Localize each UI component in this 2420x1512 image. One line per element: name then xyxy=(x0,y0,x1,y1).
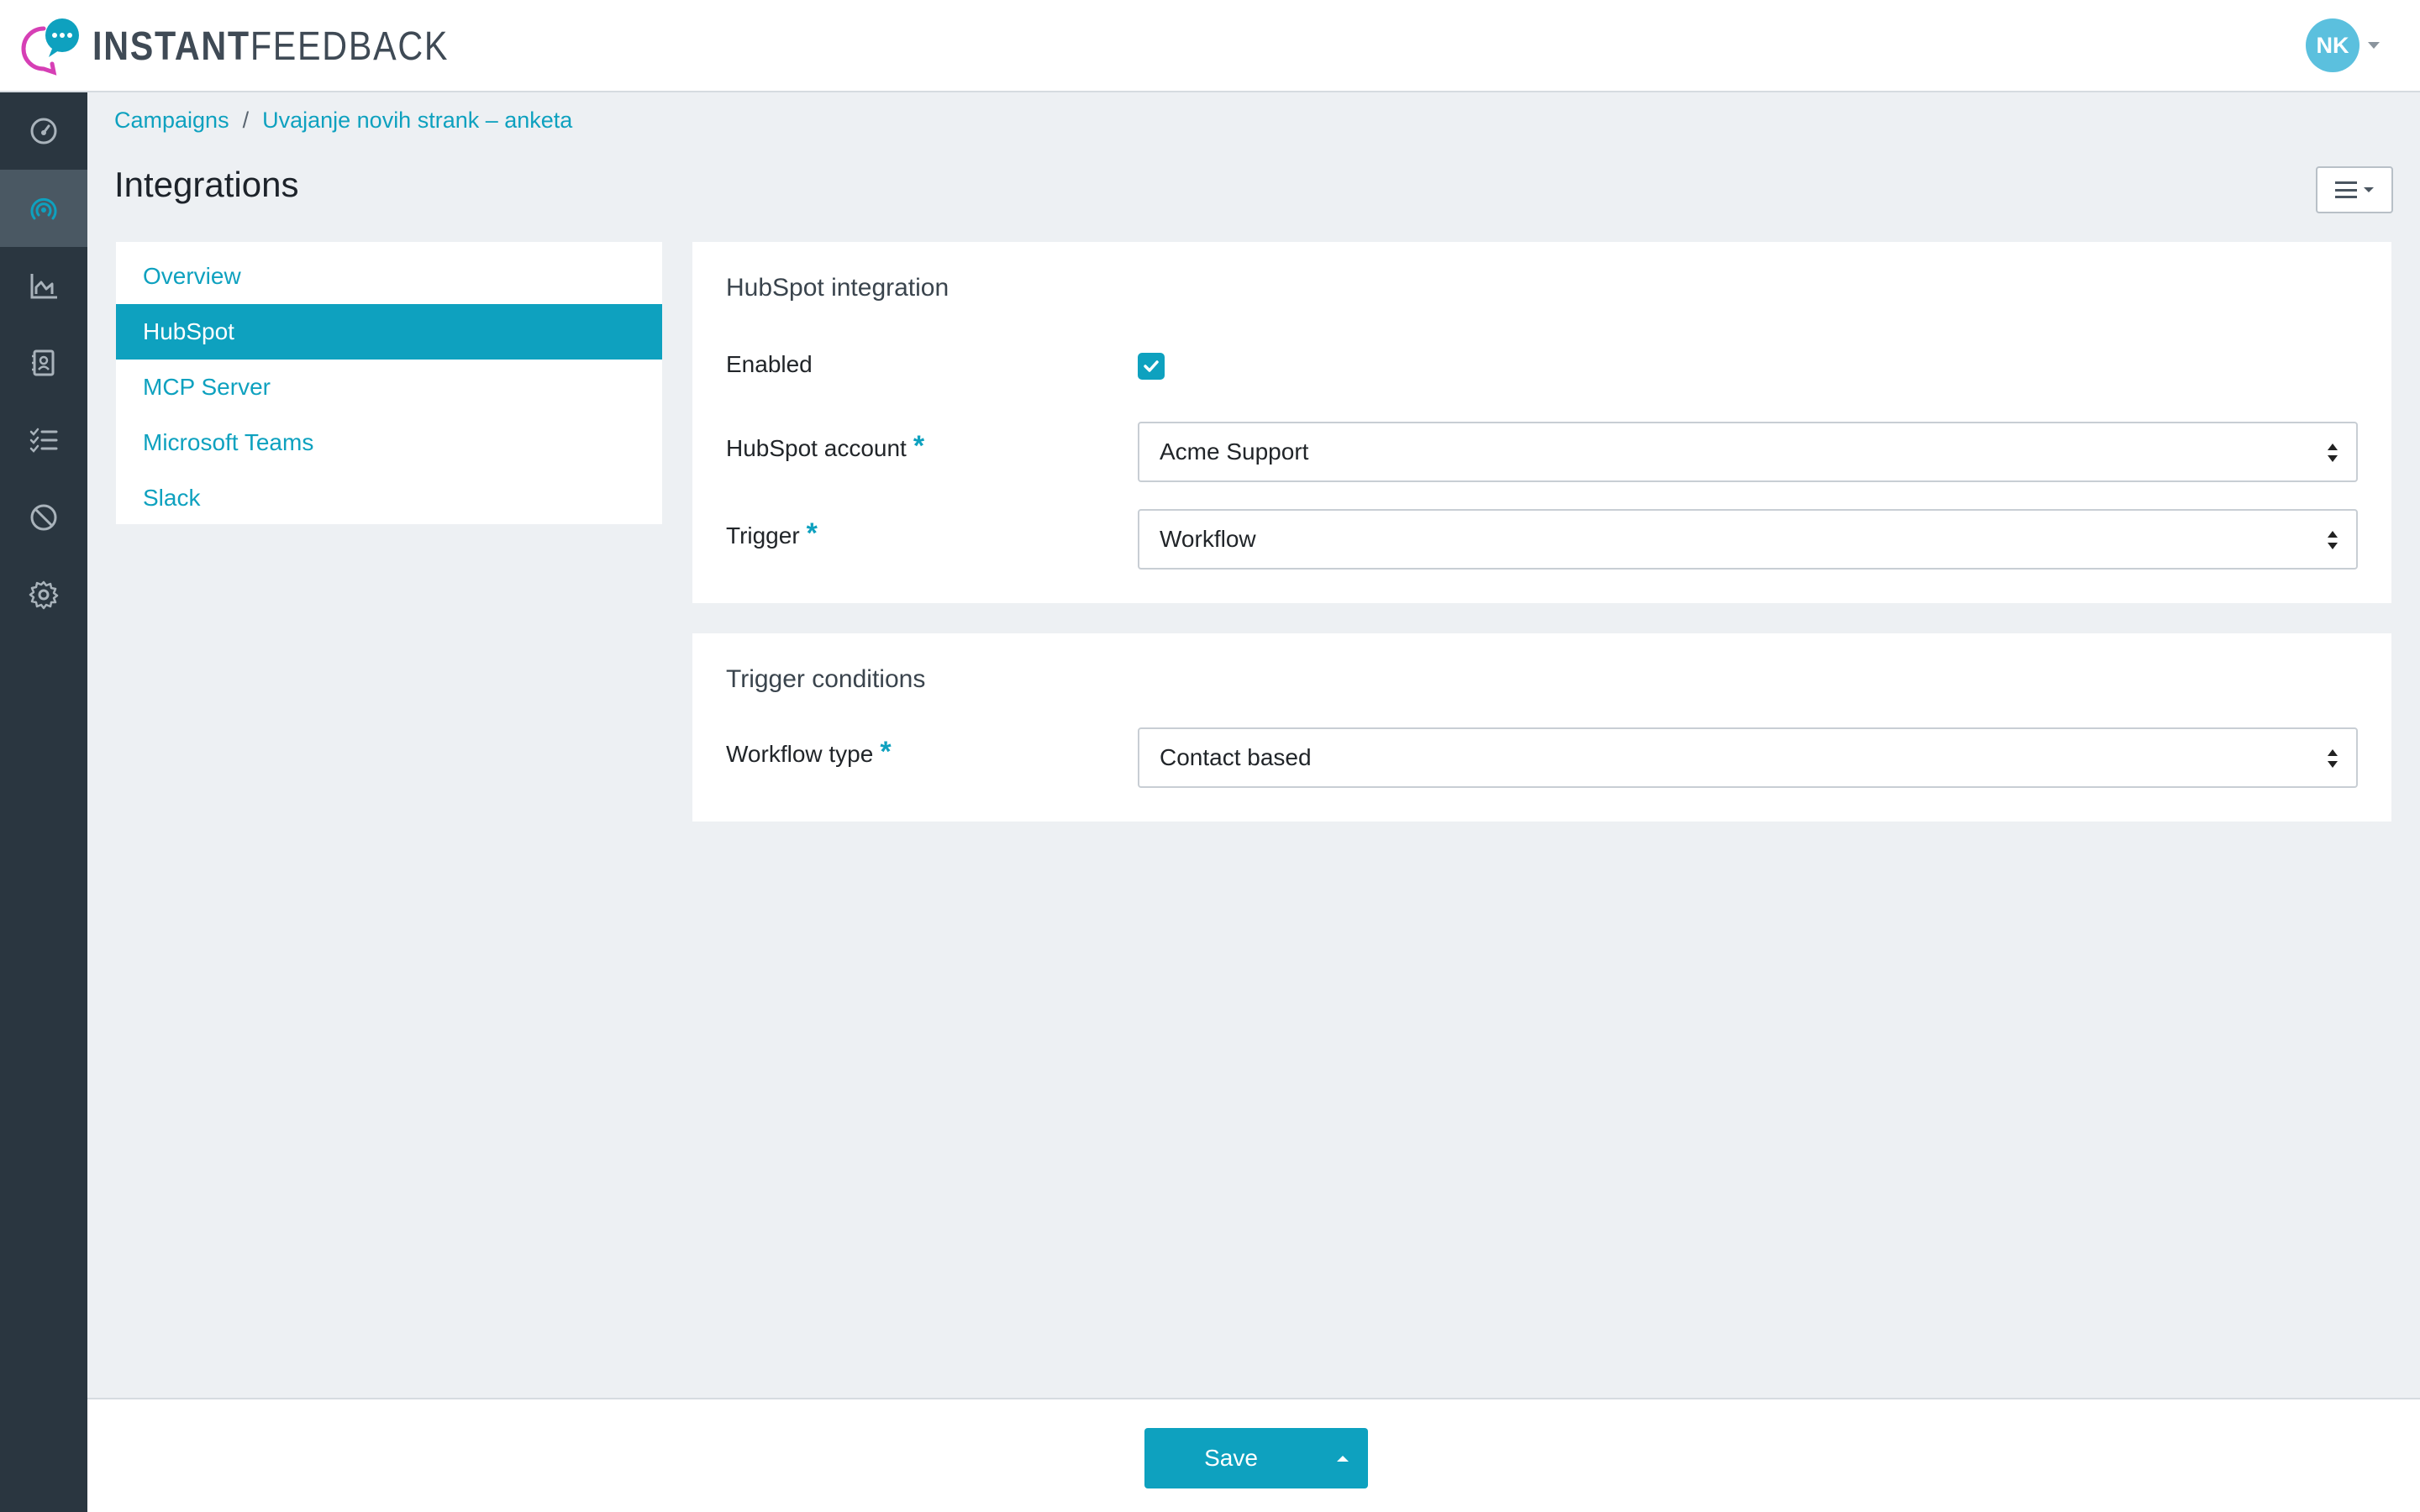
chart-area-icon xyxy=(30,274,57,299)
block-icon xyxy=(30,504,57,531)
checkmark-icon xyxy=(1144,360,1159,372)
hubspot-card-title: HubSpot integration xyxy=(726,274,950,302)
enabled-label: Enabled xyxy=(726,351,813,377)
breadcrumb: Campaigns / Uvajanje novih strank – anke… xyxy=(114,108,572,134)
top-bar: INSTANTFEEDBACK NK xyxy=(0,0,2420,92)
hubspot-integration-card: HubSpot integration Enabled HubSpot acco… xyxy=(692,242,2391,603)
sidebar-item-tasks[interactable] xyxy=(0,402,87,479)
select-arrows-icon xyxy=(2328,531,2338,549)
select-arrows-icon xyxy=(2328,444,2338,462)
sidebar-item-settings[interactable] xyxy=(0,556,87,633)
workflow-type-label: Workflow type * xyxy=(726,736,892,768)
trigger-label: Trigger * xyxy=(726,517,818,549)
chevron-down-icon xyxy=(2364,187,2374,192)
sidebar-item-blocked[interactable] xyxy=(0,479,87,556)
sidebar-item-contacts[interactable] xyxy=(0,324,87,402)
nav-item-microsoft-teams[interactable]: Microsoft Teams xyxy=(116,415,662,470)
logo[interactable]: INSTANTFEEDBACK xyxy=(18,17,507,76)
checklist-icon xyxy=(29,428,58,453)
sidebar xyxy=(0,92,87,1512)
sidebar-item-reports[interactable] xyxy=(0,247,87,324)
nav-item-overview[interactable]: Overview xyxy=(116,249,662,304)
select-arrows-icon xyxy=(2328,749,2338,768)
breadcrumb-campaigns-link[interactable]: Campaigns xyxy=(114,108,229,134)
sidebar-item-dashboard[interactable] xyxy=(0,92,87,170)
hubspot-account-select[interactable]: Acme Support xyxy=(1138,422,2358,482)
nav-item-mcp-server[interactable]: MCP Server xyxy=(116,360,662,415)
nav-item-hubspot[interactable]: HubSpot xyxy=(116,304,662,360)
integrations-nav: Overview HubSpot MCP Server Microsoft Te… xyxy=(116,242,662,524)
user-menu-caret-icon[interactable] xyxy=(2368,42,2380,49)
gear-icon xyxy=(29,580,59,610)
trigger-conditions-card: Trigger conditions Workflow type * Contac… xyxy=(692,633,2391,822)
user-avatar[interactable]: NK xyxy=(2306,18,2360,72)
brand-name: INSTANTFEEDBACK xyxy=(92,24,450,69)
breadcrumb-current-link[interactable]: Uvajanje novih strank – anketa xyxy=(262,108,572,134)
trigger-conditions-title: Trigger conditions xyxy=(726,665,926,693)
chevron-up-icon xyxy=(1337,1455,1349,1462)
dashboard-gauge-icon xyxy=(30,118,57,144)
logo-chat-bubble-icon xyxy=(18,17,84,76)
required-marker: * xyxy=(806,517,818,549)
required-marker: * xyxy=(880,736,892,768)
contact-book-icon xyxy=(32,349,55,376)
save-options-dropdown[interactable] xyxy=(1318,1428,1368,1488)
hubspot-account-label: HubSpot account * xyxy=(726,430,925,462)
workflow-type-select[interactable]: Contact based xyxy=(1138,727,2358,788)
sidebar-item-campaigns[interactable] xyxy=(0,170,87,247)
save-button[interactable]: Save xyxy=(1144,1428,1318,1488)
breadcrumb-separator: / xyxy=(242,108,250,133)
broadcast-signal-icon xyxy=(30,197,57,220)
trigger-select[interactable]: Workflow xyxy=(1138,509,2358,570)
page-title: Integrations xyxy=(114,165,299,204)
nav-item-slack[interactable]: Slack xyxy=(116,470,662,526)
enabled-checkbox[interactable] xyxy=(1138,353,1165,380)
required-marker: * xyxy=(913,430,925,462)
hamburger-icon xyxy=(2335,181,2357,198)
footer-bar: Save xyxy=(87,1398,2420,1512)
actions-menu-button[interactable] xyxy=(2316,166,2393,213)
